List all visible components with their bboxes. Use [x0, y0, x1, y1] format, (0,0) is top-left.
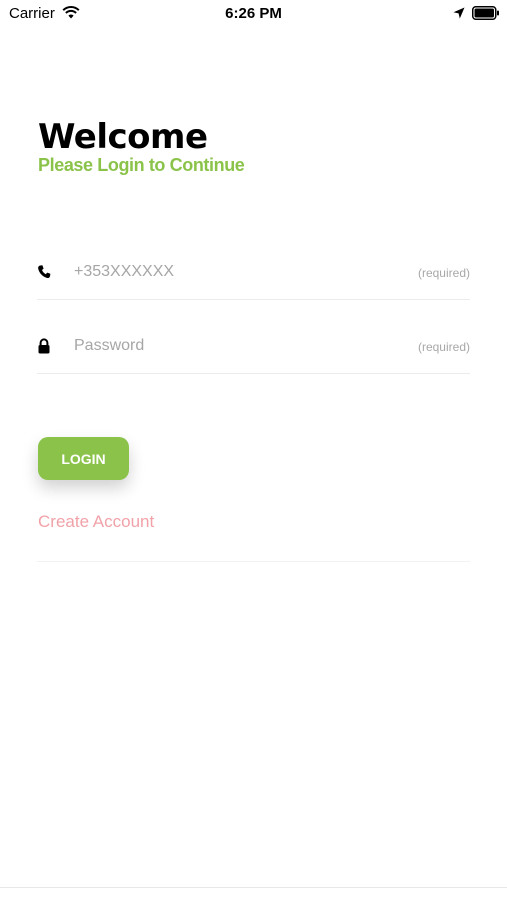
login-button[interactable]: LOGIN: [38, 437, 129, 480]
status-bar: Carrier 6:26 PM: [0, 0, 507, 30]
status-time: 6:26 PM: [225, 5, 282, 22]
phone-field-row: (required): [37, 244, 470, 300]
battery-icon: [472, 6, 499, 20]
page-title: Welcome: [38, 117, 208, 157]
phone-input[interactable]: [74, 261, 374, 283]
bottom-divider: [0, 887, 507, 888]
password-field-row: (required): [37, 318, 470, 374]
password-input[interactable]: [74, 335, 374, 357]
phone-required-label: (required): [417, 266, 470, 280]
password-required-label: (required): [417, 340, 470, 354]
lock-icon: [38, 338, 50, 354]
page-subtitle: Please Login to Continue: [38, 155, 245, 175]
create-account-link[interactable]: Create Account: [38, 512, 154, 532]
divider: [37, 561, 470, 562]
location-icon: [453, 7, 465, 19]
phone-icon: [38, 265, 51, 279]
